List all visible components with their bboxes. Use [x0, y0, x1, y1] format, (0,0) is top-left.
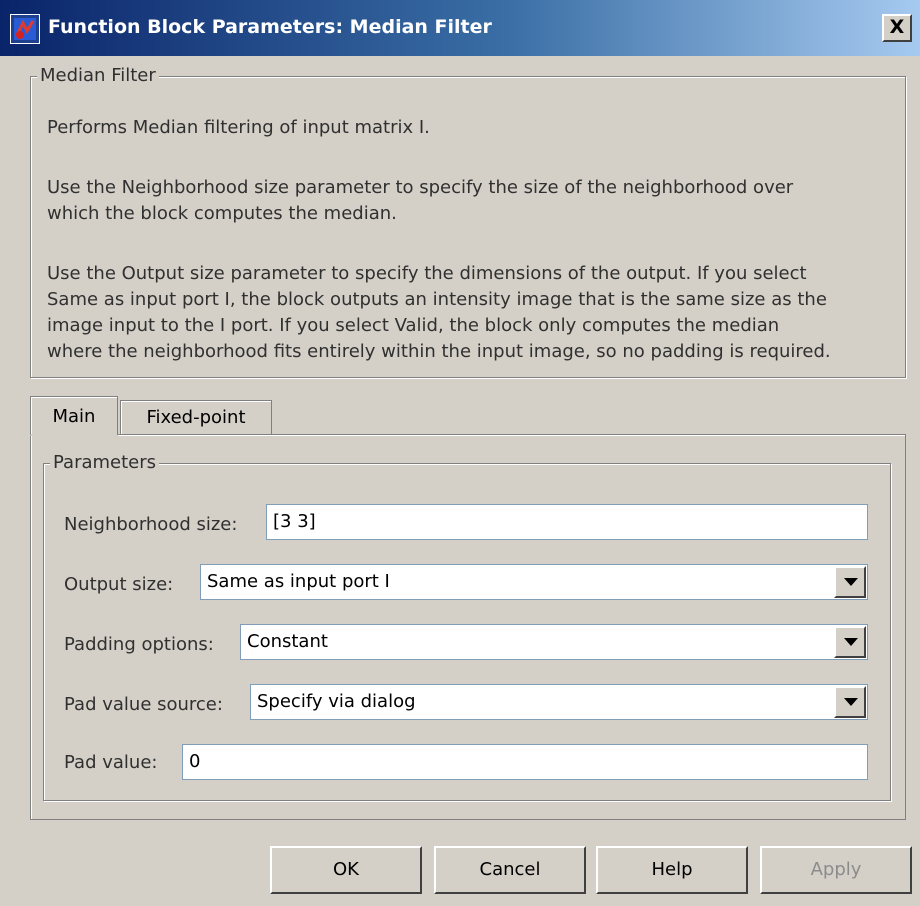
pad-value-source-select[interactable]: Specify via dialog [250, 684, 868, 720]
parameters-group: Parameters Neighborhood size: [3 3] Outp… [43, 452, 891, 801]
chevron-down-icon[interactable] [834, 566, 866, 598]
tab-panel-main: Parameters Neighborhood size: [3 3] Outp… [30, 434, 906, 820]
cancel-button[interactable]: Cancel [434, 846, 586, 894]
pad-value-input[interactable]: 0 [182, 744, 868, 780]
description-line: where the neighborhood fits entirely wit… [47, 341, 831, 362]
ok-button[interactable]: OK [270, 846, 422, 894]
pad-value-source-value: Specify via dialog [257, 691, 416, 712]
apply-button[interactable]: Apply [760, 846, 912, 894]
pad-value-source-label: Pad value source: [64, 694, 223, 715]
neighborhood-size-input[interactable]: [3 3] [266, 504, 868, 540]
title-bar[interactable]: Function Block Parameters: Median Filter… [0, 0, 920, 56]
output-size-select[interactable]: Same as input port I [200, 564, 868, 600]
description-group: Median Filter Performs Median filtering … [30, 65, 906, 378]
window-title: Function Block Parameters: Median Filter [48, 16, 492, 38]
tab-main[interactable]: Main [30, 396, 118, 436]
help-button[interactable]: Help [596, 846, 748, 894]
description-line: Performs Median filtering of input matri… [47, 117, 430, 138]
output-size-label: Output size: [64, 574, 174, 595]
description-group-title: Median Filter [37, 65, 159, 86]
parameters-group-title: Parameters [50, 452, 160, 473]
chevron-down-icon[interactable] [834, 626, 866, 658]
chevron-down-icon[interactable] [834, 686, 866, 718]
output-size-value: Same as input port I [207, 571, 390, 592]
pad-value-label: Pad value: [64, 752, 158, 773]
tab-fixed-point[interactable]: Fixed-point [120, 400, 272, 434]
padding-options-select[interactable]: Constant [240, 624, 868, 660]
padding-options-label: Padding options: [64, 634, 214, 655]
close-icon[interactable]: X [882, 14, 912, 42]
description-line: which the block computes the median. [47, 203, 397, 224]
padding-options-value: Constant [247, 631, 328, 652]
simulink-block-icon [10, 14, 40, 44]
neighborhood-size-label: Neighborhood size: [64, 514, 238, 535]
